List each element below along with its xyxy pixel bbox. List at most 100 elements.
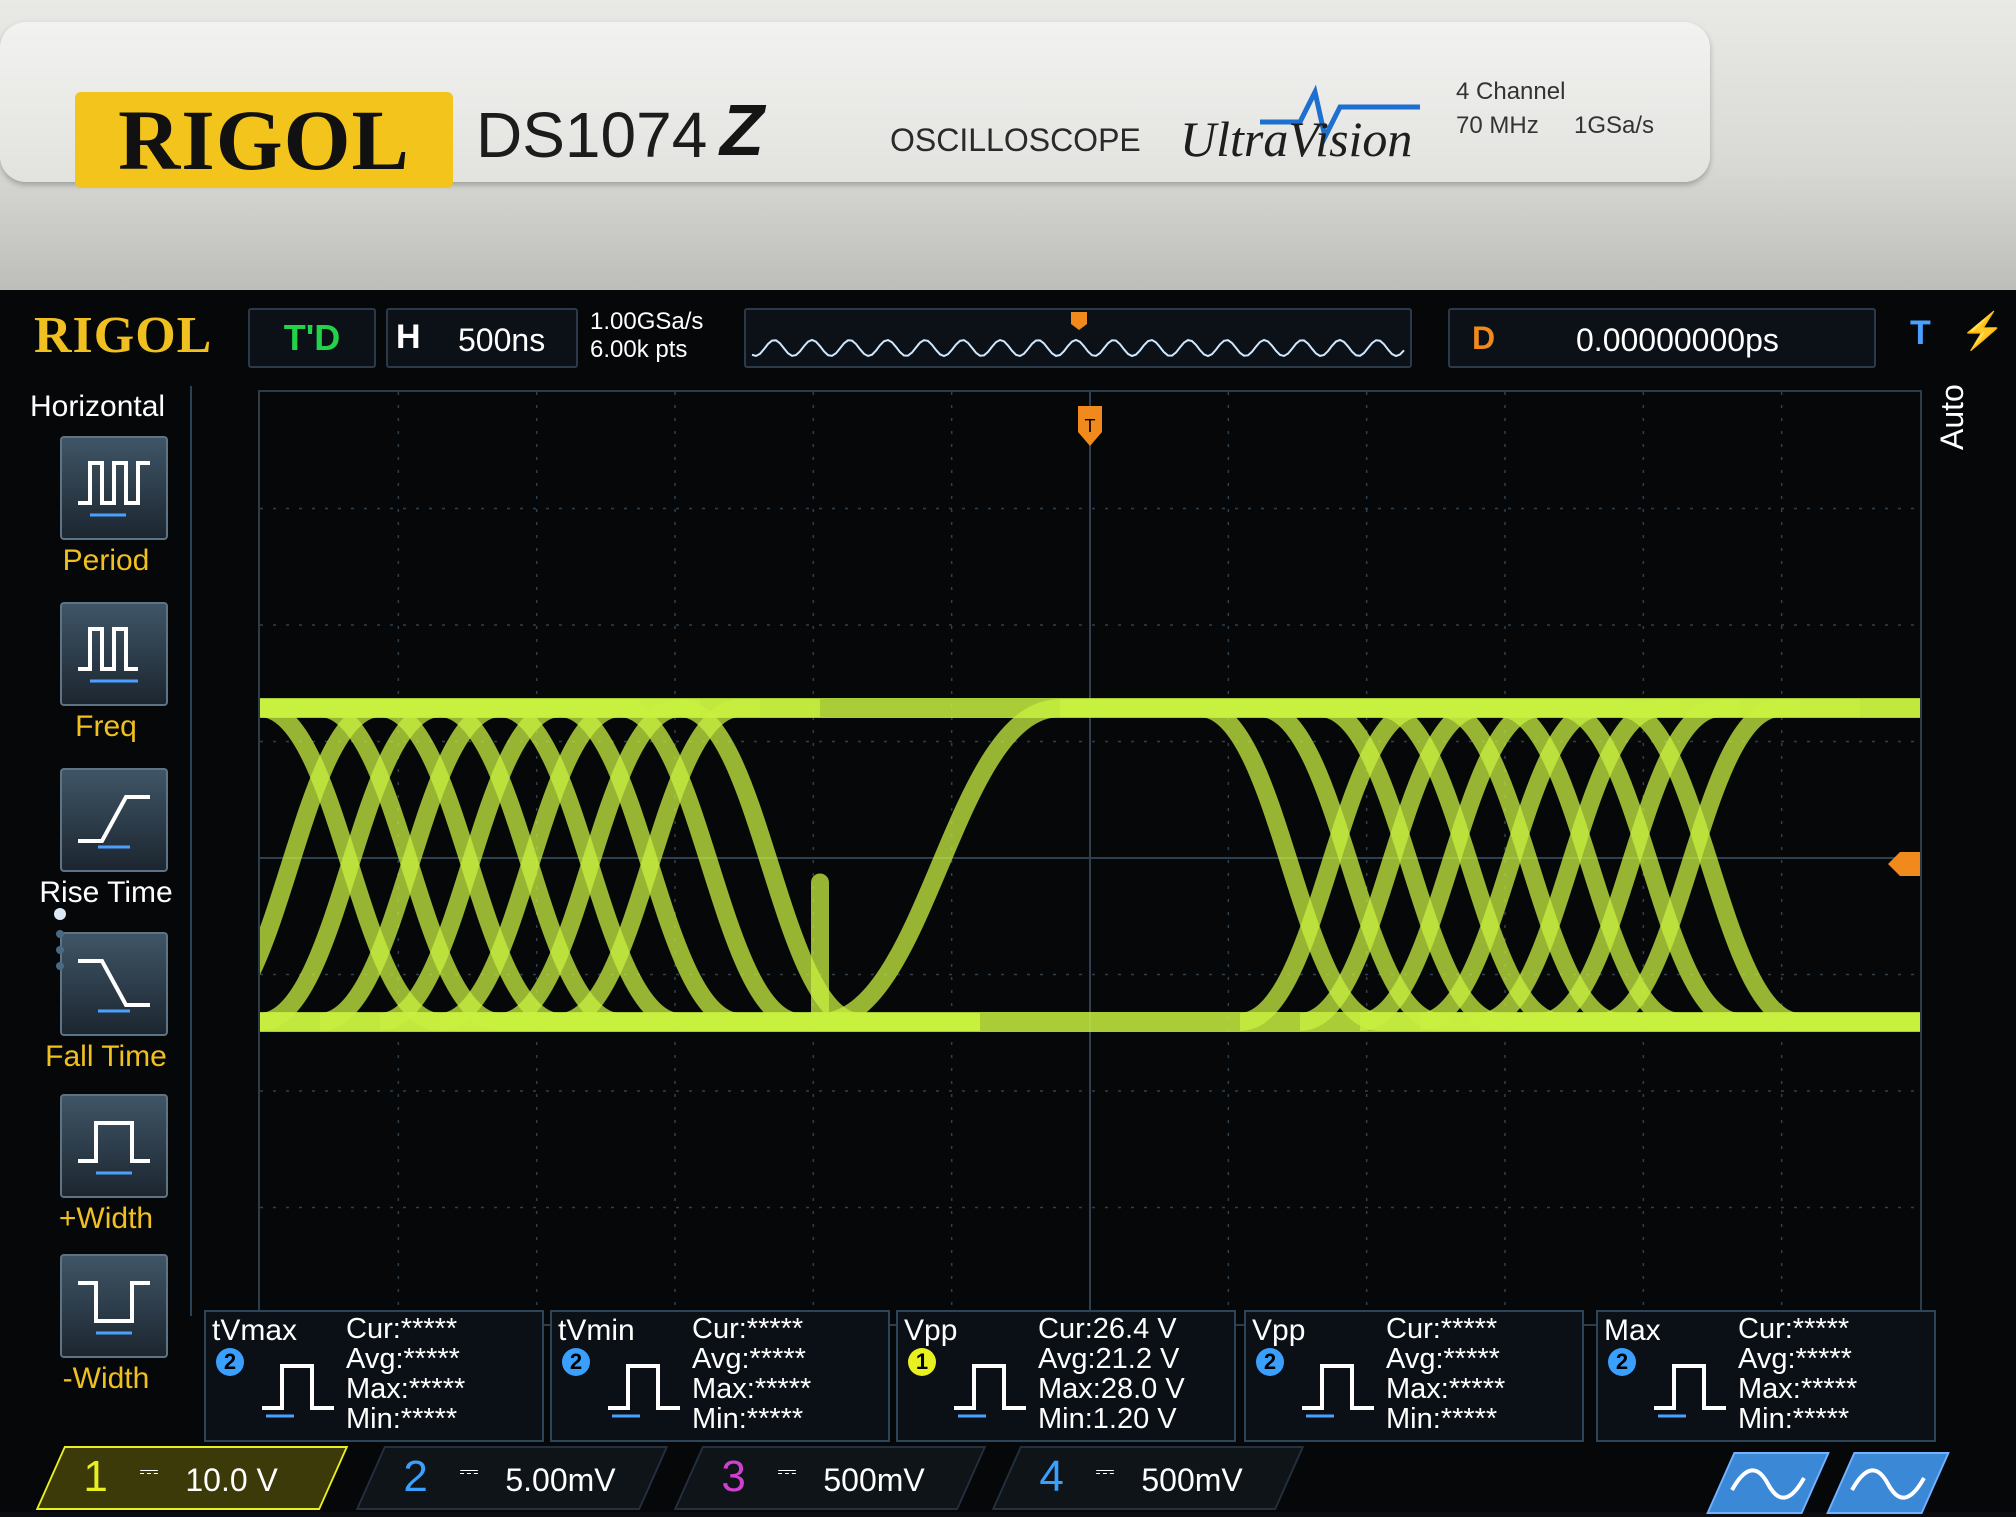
source-channel-badge: 1 bbox=[908, 1348, 936, 1376]
spec-bandwidth: 70 MHz bbox=[1456, 112, 1539, 139]
measurement-average: Avg:21.2 V bbox=[1038, 1343, 1180, 1375]
measurement-current: Cur:26.4 V bbox=[1038, 1313, 1177, 1345]
trigger-edge-icon[interactable]: ⚡ bbox=[1960, 310, 2005, 352]
channel4-number: 4 bbox=[1039, 1452, 1064, 1501]
measurement-maximum: Max:***** bbox=[1386, 1373, 1506, 1405]
source-channel-badge: 2 bbox=[216, 1348, 244, 1376]
measurement-current: Cur:***** bbox=[692, 1313, 804, 1345]
rise-time-icon bbox=[60, 768, 168, 872]
measurement-maximum: Max:***** bbox=[346, 1373, 466, 1405]
measure-menu: Horizontal Period Freq Rise Time Fall Ti… bbox=[22, 386, 192, 1395]
brand-plate: RIGOL DS1074 Z OSCILLOSCOPE UltraVision … bbox=[0, 22, 1710, 188]
delay-label: D bbox=[1472, 320, 1496, 356]
run-state-indicator[interactable]: T'D bbox=[248, 308, 376, 368]
measurement-current: Cur:***** bbox=[1738, 1313, 1850, 1345]
measurement-4[interactable]: Vpp 2 Cur:***** Avg:***** Max:***** Min:***** bbox=[1244, 1310, 1584, 1442]
memory-overview-bar[interactable] bbox=[744, 308, 1412, 368]
fall-time-icon bbox=[60, 932, 168, 1036]
menu-label-negative-width: -Width bbox=[62, 1362, 150, 1395]
trigger-mode[interactable]: Auto bbox=[1934, 384, 1971, 450]
trigger-position-marker-icon bbox=[1071, 312, 1087, 330]
channel4-button[interactable]: 4 ⎓ 500mV bbox=[991, 1446, 1305, 1510]
measurement-maximum: Max:***** bbox=[692, 1373, 812, 1405]
channel3-number: 3 bbox=[721, 1452, 746, 1501]
measurement-1[interactable]: tVmax 2 Cur:***** Avg:***** Max:***** Min:***… bbox=[204, 1310, 544, 1442]
measurement-minimum: Min:***** bbox=[1386, 1403, 1498, 1435]
measurement-minimum: Min:***** bbox=[346, 1403, 458, 1435]
measurement-average: Avg:***** bbox=[346, 1343, 460, 1375]
measurement-name: Max bbox=[1604, 1314, 1661, 1347]
pulse-icon bbox=[1302, 1364, 1374, 1418]
channel1-scale: 10.0 V bbox=[185, 1462, 278, 1498]
measurement-values: Cur:***** Avg:***** Max:***** Min:***** bbox=[692, 1314, 811, 1434]
measurement-values: Cur:***** Avg:***** Max:***** Min:***** bbox=[346, 1314, 465, 1434]
pulse-icon bbox=[608, 1364, 680, 1418]
memory-waveform-icon bbox=[751, 312, 1405, 358]
measurement-5[interactable]: Max 2 Cur:***** Avg:***** Max:***** Min:***** bbox=[1596, 1310, 1936, 1442]
negative-width-icon bbox=[60, 1254, 168, 1358]
measurement-minimum: Min:***** bbox=[692, 1403, 804, 1435]
source-channel-badge: 2 bbox=[1256, 1348, 1284, 1376]
model-mark: Z bbox=[720, 91, 764, 171]
horizontal-scale[interactable]: H 500ns bbox=[386, 308, 578, 368]
menu-item-fall-time[interactable]: Fall Time bbox=[22, 932, 190, 1092]
menu-item-freq[interactable]: Freq bbox=[22, 602, 190, 762]
menu-item-negative-width[interactable]: -Width bbox=[22, 1254, 190, 1414]
acquisition-info: 1.00GSa/s 6.00k pts bbox=[590, 308, 703, 364]
graticule-lines bbox=[260, 392, 1920, 1324]
measurement-maximum: Max:28.0 V bbox=[1038, 1373, 1185, 1405]
pulse-icon bbox=[1654, 1364, 1726, 1418]
screen-logo: RIGOL bbox=[34, 307, 213, 364]
measurement-values: Cur:26.4 V Avg:21.2 V Max:28.0 V Min:1.20 V bbox=[1038, 1314, 1185, 1434]
measurement-minimum: Min:***** bbox=[1738, 1403, 1850, 1435]
ref-button[interactable] bbox=[1826, 1452, 1950, 1514]
channel2-scale: 5.00mV bbox=[505, 1462, 616, 1498]
measurement-maximum: Max:***** bbox=[1738, 1373, 1858, 1405]
measurement-name: tVmin bbox=[558, 1314, 635, 1347]
math-button[interactable] bbox=[1706, 1452, 1830, 1514]
memory-depth: 6.00k pts bbox=[590, 336, 688, 363]
pulse-icon bbox=[954, 1364, 1026, 1418]
dc-coupling-icon: ⎓ bbox=[139, 1458, 159, 1485]
channel3-scale: 500mV bbox=[823, 1462, 925, 1498]
measurement-name: tVmax bbox=[212, 1314, 298, 1347]
measurement-average: Avg:***** bbox=[1738, 1343, 1852, 1375]
measurement-current: Cur:***** bbox=[1386, 1313, 1498, 1345]
scope-screen: RIGOL T'D H 500ns 1.00GSa/s 6.00k pts D … bbox=[0, 290, 2016, 1514]
delay-value: 0.00000000ps bbox=[1576, 322, 1779, 358]
menu-item-rise-time[interactable]: Rise Time bbox=[22, 768, 190, 928]
menu-label-positive-width: +Width bbox=[58, 1202, 154, 1235]
menu-label-period: Period bbox=[62, 544, 150, 577]
channel3-button[interactable]: 3 ⎓ 500mV bbox=[673, 1446, 987, 1510]
channel2-button[interactable]: 2 ⎓ 5.00mV bbox=[355, 1446, 669, 1510]
measurement-values: Cur:***** Avg:***** Max:***** Min:***** bbox=[1738, 1314, 1857, 1434]
source-channel-badge: 2 bbox=[1608, 1348, 1636, 1376]
dc-coupling-icon: ⎓ bbox=[777, 1458, 797, 1485]
product-type: OSCILLOSCOPE bbox=[890, 122, 1141, 158]
menu-page-indicator bbox=[54, 908, 66, 970]
trigger-level-marker-icon bbox=[1888, 852, 1920, 876]
menu-label-freq: Freq bbox=[75, 710, 137, 743]
ultravision-logo: UltraVision bbox=[1180, 111, 1413, 167]
channel-bar: 1 ⎓ 10.0 V 2 ⎓ 5.00mV 3 ⎓ 500mV 4 ⎓ 500m bbox=[35, 1438, 2016, 1514]
measurement-2[interactable]: tVmin 2 Cur:***** Avg:***** Max:***** Min:***… bbox=[550, 1310, 890, 1442]
pulse-icon bbox=[262, 1364, 334, 1418]
menu-label-rise-time: Rise Time bbox=[39, 876, 173, 909]
waveform-display[interactable]: T bbox=[196, 390, 1922, 1326]
period-icon bbox=[60, 436, 168, 540]
trigger-time-marker-icon: T bbox=[1078, 406, 1102, 446]
channel2-number: 2 bbox=[403, 1452, 428, 1501]
model-name: DS1074 bbox=[476, 99, 708, 171]
channel4-scale: 500mV bbox=[1141, 1462, 1243, 1498]
channel1-button[interactable]: 1 ⎓ 10.0 V bbox=[35, 1446, 349, 1510]
menu-item-positive-width[interactable]: +Width bbox=[22, 1094, 190, 1254]
measurement-values: Cur:***** Avg:***** Max:***** Min:***** bbox=[1386, 1314, 1505, 1434]
channel1-number: 1 bbox=[83, 1452, 108, 1501]
menu-item-period[interactable]: Period bbox=[22, 436, 190, 596]
spec-channels: 4 Channel bbox=[1456, 78, 1566, 105]
horizontal-delay[interactable]: D 0.00000000ps bbox=[1448, 308, 1876, 368]
measurement-3[interactable]: Vpp 1 Cur:26.4 V Avg:21.2 V Max:28.0 V Min:1.… bbox=[896, 1310, 1236, 1442]
freq-icon bbox=[60, 602, 168, 706]
sine-wave-icon bbox=[1730, 1468, 1806, 1500]
menu-label-fall-time: Fall Time bbox=[45, 1040, 167, 1073]
